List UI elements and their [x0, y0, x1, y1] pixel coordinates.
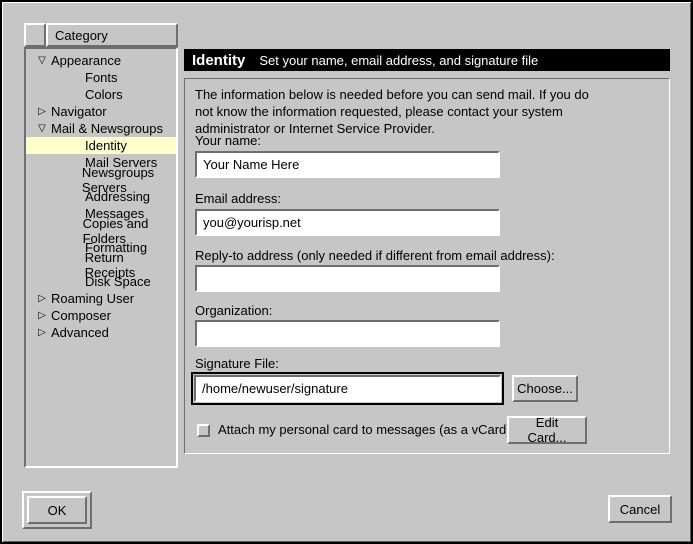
intro-text: The information below is needed before y…	[195, 86, 607, 137]
sidebar-item-appearance[interactable]: ▽ Appearance	[26, 52, 176, 69]
signature-file-label: Signature File:	[195, 356, 279, 371]
sidebar-item-label: Appearance	[51, 53, 121, 68]
sidebar-item-newsgroups-servers[interactable]: Newsgroups Servers	[26, 171, 176, 188]
sidebar-item-composer[interactable]: ▷ Composer	[26, 307, 176, 324]
expand-triangle-icon[interactable]: ▷	[35, 324, 49, 341]
panel-subtitle: Set your name, email address, and signat…	[259, 53, 538, 68]
category-header-cell[interactable]: Category	[46, 23, 178, 47]
expand-triangle-icon[interactable]: ▷	[35, 290, 49, 307]
collapse-triangle-icon[interactable]: ▽	[35, 52, 49, 69]
sidebar-item-identity[interactable]: Identity	[26, 137, 176, 154]
sidebar-item-colors[interactable]: Colors	[26, 86, 176, 103]
reply-to-label: Reply-to address (only needed if differe…	[195, 248, 555, 263]
sidebar-item-label: Composer	[51, 308, 111, 323]
sidebar-item-label: Navigator	[51, 104, 107, 119]
vcard-checkbox-label: Attach my personal card to messages (as …	[218, 422, 511, 437]
category-header-label: Category	[55, 28, 108, 43]
sidebar-item-label: Roaming User	[51, 291, 134, 306]
sidebar-item-label: Mail & Newsgroups	[51, 121, 163, 136]
expand-triangle-icon[interactable]: ▷	[35, 307, 49, 324]
sidebar-item-label: Addressing	[85, 189, 150, 204]
identity-panel: The information below is needed before y…	[184, 78, 670, 454]
sidebar-item-label: Disk Space	[85, 274, 151, 289]
email-field-wrap	[195, 209, 500, 236]
sidebar-item-label: Colors	[85, 87, 123, 102]
panel-title: Identity	[192, 52, 245, 69]
category-tree: ▽ Appearance Fonts Colors ▷ Navigator ▽ …	[24, 47, 178, 468]
organization-input[interactable]	[195, 320, 500, 347]
ok-button[interactable]: OK	[27, 496, 87, 524]
sidebar-item-mail-newsgroups[interactable]: ▽ Mail & Newsgroups	[26, 120, 176, 137]
signature-file-input[interactable]	[194, 375, 501, 402]
sidebar-item-label: Identity	[85, 138, 127, 153]
sidebar-item-roaming-user[interactable]: ▷ Roaming User	[26, 290, 176, 307]
category-header-stub	[24, 23, 46, 47]
choose-button[interactable]: Choose...	[512, 375, 578, 402]
reply-to-input[interactable]	[195, 265, 500, 292]
vcard-checkbox[interactable]	[197, 424, 210, 437]
your-name-label: Your name:	[195, 133, 261, 148]
sidebar-item-label: Fonts	[85, 70, 118, 85]
edit-card-button[interactable]: Edit Card...	[507, 416, 587, 444]
your-name-input[interactable]	[195, 151, 500, 178]
sidebar-item-label: Advanced	[51, 325, 109, 340]
category-header: Category	[24, 23, 178, 47]
cancel-button[interactable]: Cancel	[608, 495, 672, 523]
ok-default-ring: OK	[22, 491, 92, 529]
organization-label: Organization:	[195, 303, 272, 318]
sidebar-item-advanced[interactable]: ▷ Advanced	[26, 324, 176, 341]
sidebar-item-fonts[interactable]: Fonts	[26, 69, 176, 86]
email-input[interactable]	[195, 209, 500, 236]
email-label: Email address:	[195, 191, 281, 206]
sidebar-item-return-receipts[interactable]: Return Receipts	[26, 256, 176, 273]
sidebar-item-navigator[interactable]: ▷ Navigator	[26, 103, 176, 120]
preferences-dialog: Category ▽ Appearance Fonts Colors ▷ Nav…	[0, 0, 693, 544]
organization-field-wrap	[195, 320, 500, 347]
collapse-triangle-icon[interactable]: ▽	[35, 120, 49, 137]
sidebar-item-copies-and-folders[interactable]: Copies and Folders	[26, 222, 176, 239]
panel-header-bar: Identity Set your name, email address, a…	[184, 49, 670, 71]
expand-triangle-icon[interactable]: ▷	[35, 103, 49, 120]
signature-focus-ring	[191, 372, 504, 405]
your-name-field-wrap	[195, 151, 500, 178]
reply-to-field-wrap	[195, 265, 500, 292]
